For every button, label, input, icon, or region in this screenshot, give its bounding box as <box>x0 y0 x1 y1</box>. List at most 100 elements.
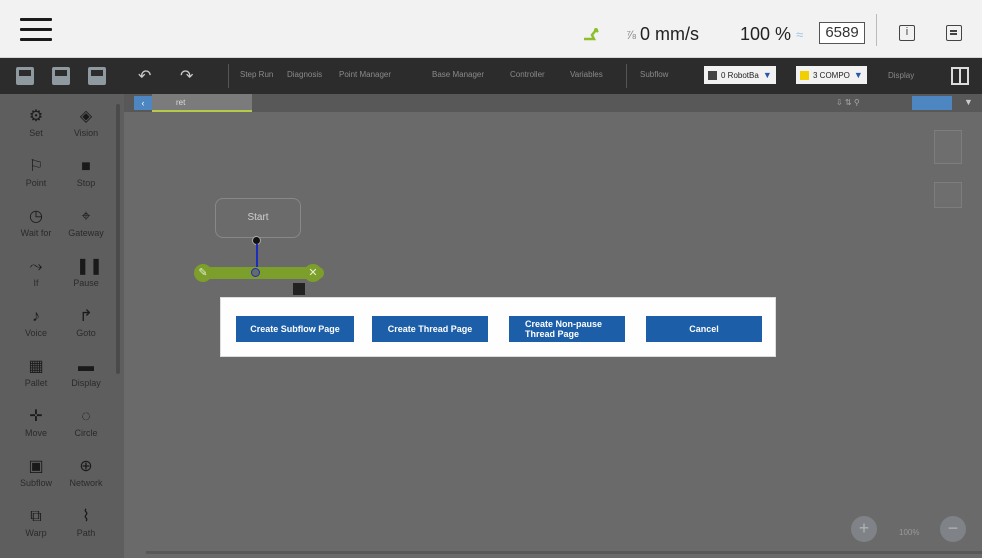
palette-node-label: Goto <box>76 328 96 338</box>
zoom-level: 100% <box>899 528 920 537</box>
wifi-icon: ≈ <box>796 27 804 42</box>
component-select[interactable]: 3 COMPO ▼ <box>796 66 867 84</box>
menu-base-manager[interactable]: Base Manager <box>432 70 484 79</box>
palette-node-network[interactable]: ⊕ Network <box>60 454 112 498</box>
node-palette: ⚙ Set ◈ Vision ⚐ Point ■ Stop ◷ Wait for ⌖ Gateway ⤳… <box>0 94 124 558</box>
gateway-icon: ⌖ <box>81 208 91 225</box>
create-subflow-page-button[interactable]: Create Subflow Page <box>236 316 354 342</box>
palette-node-wait-for[interactable]: ◷ Wait for <box>10 204 62 248</box>
start-node[interactable]: Start <box>215 198 301 238</box>
redo-icon[interactable]: ↷ <box>180 66 193 86</box>
pause-icon: ❚❚ <box>76 258 103 275</box>
palette-node-label: Vision <box>73 128 99 138</box>
palette-node-warp[interactable]: ⧉ Warp <box>10 504 62 548</box>
pallet-icon: ▦ <box>28 358 44 375</box>
info-icon[interactable]: i <box>899 25 915 41</box>
palette-node-subflow[interactable]: ▣ Subflow <box>10 454 62 498</box>
palette-node-point[interactable]: ⚐ Point <box>10 154 62 198</box>
point-icon: ⚐ <box>28 158 44 175</box>
top-status-bar: ⅞ 0 mm/s 100 % ≈ 6589 i <box>0 0 982 58</box>
split-view-icon[interactable] <box>951 67 969 85</box>
palette-node-gateway[interactable]: ⌖ Gateway <box>60 204 112 248</box>
create-page-dialog: Create Subflow Page Create Thread Page C… <box>220 297 776 357</box>
palette-node-stop[interactable]: ■ Stop <box>60 154 112 198</box>
chevron-down-icon: ▼ <box>762 70 772 80</box>
sidebar-scrollbar[interactable] <box>116 104 120 374</box>
palette-node-label: Voice <box>24 328 48 338</box>
save-as-icon[interactable] <box>52 67 70 85</box>
palette-node-goto[interactable]: ↱ Goto <box>60 304 112 348</box>
speed-value: 0 mm/s <box>640 24 700 44</box>
voice-icon: ♪ <box>32 308 40 325</box>
component-value: 3 COMPO <box>813 70 850 80</box>
menu-display[interactable]: Display <box>888 71 914 80</box>
menu-controller[interactable]: Controller <box>510 70 545 79</box>
tab-nav-buttons[interactable] <box>912 96 952 110</box>
input-port[interactable] <box>251 268 260 277</box>
palette-node-if[interactable]: ⤳ If <box>10 254 62 298</box>
tab-tools-icon[interactable]: ⇩ ⇅ ⚲ <box>836 98 860 107</box>
toggle-icon[interactable] <box>934 182 962 208</box>
move-icon: ✛ <box>29 408 43 425</box>
robot-base-value: 0 RobotBa <box>721 70 759 80</box>
tool-icon <box>800 70 809 80</box>
robot-status-icon <box>584 28 599 41</box>
edit-icon[interactable]: ✎ <box>194 264 212 282</box>
cancel-button[interactable]: Cancel <box>646 316 762 342</box>
palette-node-vision[interactable]: ◈ Vision <box>60 104 112 148</box>
speed-readout: ⅞ 0 mm/s <box>626 24 699 45</box>
menu-diagnosis[interactable]: Diagnosis <box>287 70 322 79</box>
set-icon: ⚙ <box>28 108 44 125</box>
tab-main-page[interactable]: ret <box>152 94 252 112</box>
tab-scroll-left-icon[interactable]: ‹ <box>134 96 152 110</box>
palette-node-pallet[interactable]: ▦ Pallet <box>10 354 62 398</box>
divider <box>228 64 229 88</box>
zoom-in-icon[interactable]: + <box>851 516 877 542</box>
panel-toggle-icon[interactable] <box>946 25 962 41</box>
palette-node-label: Subflow <box>19 478 53 488</box>
goto-icon: ↱ <box>79 308 93 325</box>
palette-node-display[interactable]: ▬ Display <box>60 354 112 398</box>
palette-node-label: Set <box>29 128 43 138</box>
palette-node-label: Display <box>71 378 101 388</box>
robot-base-select[interactable]: 0 RobotBa ▼ <box>704 66 776 84</box>
palette-node-circle[interactable]: ◌ Circle <box>60 404 112 448</box>
speed-icon: ⅞ <box>626 27 637 42</box>
page-tab-bar: ‹ ret ⇩ ⇅ ⚲ ▼ <box>124 94 982 112</box>
zoom-out-icon[interactable]: − <box>940 516 966 542</box>
minimap-icon[interactable] <box>934 130 962 164</box>
palette-node-pause[interactable]: ❚❚ Pause <box>60 254 112 298</box>
undo-icon[interactable]: ↶ <box>138 66 151 86</box>
palette-node-label: If <box>33 278 39 288</box>
palette-node-set[interactable]: ⚙ Set <box>10 104 62 148</box>
base-icon <box>708 70 717 80</box>
flow-toolbar: ↶ ↷ Step Run Diagnosis Point Manager Bas… <box>0 58 982 94</box>
wait-for-icon: ◷ <box>29 208 43 225</box>
menu-step-run[interactable]: Step Run <box>240 70 273 79</box>
save-icon[interactable] <box>16 67 34 85</box>
divider <box>626 64 627 88</box>
circle-icon: ◌ <box>81 408 91 425</box>
if-icon: ⤳ <box>29 258 43 275</box>
palette-node-voice[interactable]: ♪ Voice <box>10 304 62 348</box>
hamburger-menu-icon[interactable] <box>20 18 52 42</box>
palette-node-label: Pause <box>73 278 99 288</box>
palette-node-path[interactable]: ⌇ Path <box>60 504 112 548</box>
menu-subflow[interactable]: Subflow <box>640 70 668 79</box>
speed-percent[interactable]: 100 % <box>740 24 791 45</box>
create-thread-page-button[interactable]: Create Thread Page <box>372 316 488 342</box>
counter-display: 6589 <box>819 22 865 44</box>
create-non-pause-thread-page-button[interactable]: Create Non-pause Thread Page <box>509 316 625 342</box>
stop-icon: ■ <box>81 158 91 175</box>
palette-node-move[interactable]: ✛ Move <box>10 404 62 448</box>
path-icon: ⌇ <box>82 508 90 525</box>
menu-variables[interactable]: Variables <box>570 70 603 79</box>
tab-dropdown-icon[interactable]: ▼ <box>964 97 973 107</box>
palette-node-label: Point <box>25 178 47 188</box>
network-icon: ⊕ <box>79 458 93 475</box>
menu-point-manager[interactable]: Point Manager <box>339 70 391 79</box>
horizontal-scrollbar[interactable] <box>146 551 982 554</box>
close-icon[interactable]: ✕ <box>304 264 322 282</box>
export-icon[interactable] <box>88 67 106 85</box>
warp-icon: ⧉ <box>30 508 42 525</box>
